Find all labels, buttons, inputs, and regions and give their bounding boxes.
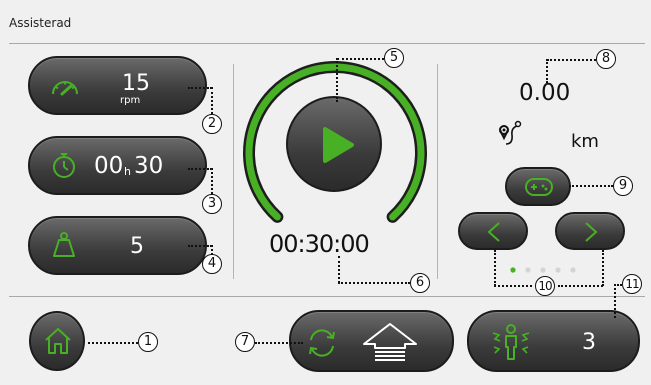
callout-3: 3 <box>202 194 222 214</box>
callout-leader-2v <box>211 87 213 114</box>
resistance-button[interactable]: 5 <box>28 216 207 275</box>
callout-leader-4 <box>188 245 212 247</box>
speed-unit: rpm <box>120 95 141 106</box>
callout-leader-1 <box>88 342 138 344</box>
chevron-left-icon <box>486 221 502 243</box>
callout-7: 7 <box>235 332 255 352</box>
callout-leader-10a <box>494 250 496 286</box>
gamepad-icon <box>525 178 553 196</box>
callout-4: 4 <box>202 254 222 274</box>
callout-11: 11 <box>622 274 642 294</box>
left-column-divider <box>233 64 234 279</box>
speed-value: 15 <box>122 71 150 96</box>
direction-button[interactable] <box>289 310 454 372</box>
arrow-up-icon <box>361 322 419 362</box>
callout-1: 1 <box>138 332 158 352</box>
speedometer-icon <box>50 78 80 96</box>
callout-8: 8 <box>596 49 616 69</box>
page-dot <box>555 267 561 273</box>
callout-leader-3v <box>211 168 213 194</box>
timer-button[interactable]: 00 h 30 <box>28 136 207 195</box>
home-button[interactable] <box>29 311 85 371</box>
page-dot-active <box>510 267 516 273</box>
rotate-icon <box>306 327 338 359</box>
header-divider <box>9 43 645 44</box>
spasm-button[interactable]: 3 <box>467 310 640 372</box>
speed-button[interactable]: 15 rpm <box>28 56 207 115</box>
next-button[interactable] <box>555 212 625 250</box>
page-title: Assisterad <box>9 16 72 30</box>
callout-leader-6v <box>338 256 340 283</box>
right-column-divider <box>437 64 438 279</box>
spasm-person-icon <box>491 323 531 361</box>
chevron-right-icon <box>583 221 599 243</box>
route-icon <box>499 120 523 148</box>
weight-icon <box>52 232 76 258</box>
callout-leader-2 <box>188 87 212 89</box>
timer-minutes: 30 <box>134 153 164 179</box>
distance-unit: km <box>571 131 599 152</box>
callout-leader-8 <box>547 59 596 61</box>
callout-leader-10d <box>558 285 603 287</box>
page-dot <box>525 267 531 273</box>
bottom-divider <box>9 296 645 297</box>
spasm-value: 3 <box>582 330 596 355</box>
callout-leader-11 <box>614 284 622 286</box>
resistance-value: 5 <box>130 234 144 259</box>
previous-button[interactable] <box>458 212 528 250</box>
callout-leader-10c <box>494 285 532 287</box>
callout-leader-5v <box>336 58 338 102</box>
callout-2: 2 <box>202 114 222 134</box>
callout-leader-6 <box>338 282 410 284</box>
callout-leader-9 <box>569 185 613 187</box>
elapsed-time: 00:30:00 <box>269 230 370 258</box>
callout-6: 6 <box>410 273 430 293</box>
game-button[interactable] <box>505 167 571 206</box>
callout-leader-10b <box>602 250 604 286</box>
callout-5: 5 <box>384 48 404 68</box>
home-icon <box>44 327 72 355</box>
callout-9: 9 <box>613 176 633 196</box>
callout-leader-5 <box>337 58 384 60</box>
page-indicator <box>509 266 579 274</box>
page-dot <box>540 267 546 273</box>
distance-value: 0.00 <box>519 80 571 106</box>
play-button[interactable] <box>286 96 382 192</box>
stopwatch-icon <box>52 151 76 179</box>
play-icon <box>321 126 355 164</box>
callout-10: 10 <box>535 276 555 296</box>
callout-leader-8v <box>546 59 548 83</box>
timer-hours-suffix: h <box>124 165 131 178</box>
page-dot <box>570 267 576 273</box>
callout-leader-11v <box>614 284 616 318</box>
callout-leader-7 <box>255 342 303 344</box>
callout-leader-3 <box>188 168 212 170</box>
timer-hours: 00 <box>94 153 124 179</box>
